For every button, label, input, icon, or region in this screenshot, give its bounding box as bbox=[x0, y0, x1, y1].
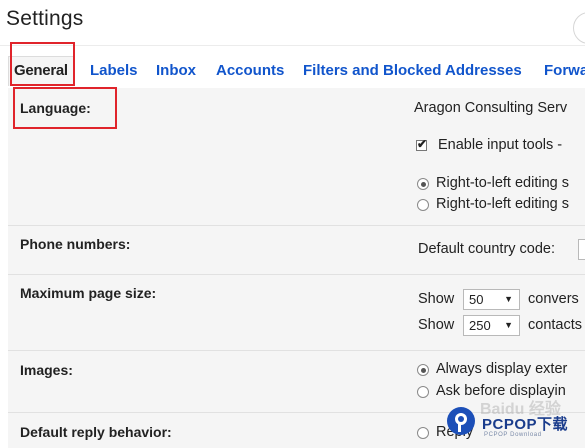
chevron-down-icon: ▼ bbox=[504, 320, 513, 330]
rtl-editing-on-radio[interactable] bbox=[417, 199, 429, 211]
settings-page: Settings General Labels Inbox Accounts F… bbox=[0, 0, 585, 448]
always-display-images-label: Always display exter bbox=[436, 361, 568, 377]
tab-filters-blocked[interactable]: Filters and Blocked Addresses bbox=[303, 62, 522, 79]
chevron-down-icon: ▼ bbox=[504, 294, 513, 304]
page-title: Settings bbox=[6, 7, 84, 30]
rtl-editing-off-radio[interactable] bbox=[417, 178, 429, 190]
conversations-per-page-select[interactable]: 50 ▼ bbox=[463, 289, 520, 310]
watermark-subtitle: PCPOP Download bbox=[484, 432, 542, 438]
always-display-images-radio[interactable] bbox=[417, 364, 429, 376]
contacts-suffix-label: contacts bbox=[528, 317, 582, 333]
pcpop-watermark: Baidu 经验 PCPOP下载 PCPOP Download bbox=[420, 380, 585, 448]
select-value: 250 bbox=[469, 318, 491, 333]
checkmark-icon: ✔ bbox=[417, 137, 428, 151]
images-label: Images: bbox=[20, 362, 73, 378]
tab-accounts[interactable]: Accounts bbox=[216, 62, 284, 79]
phone-numbers-label: Phone numbers: bbox=[20, 236, 131, 252]
rtl-editing-on-label: Right-to-left editing s bbox=[436, 196, 569, 212]
contacts-per-page-select[interactable]: 250 ▼ bbox=[463, 315, 520, 336]
tab-forwarding[interactable]: Forwa bbox=[544, 62, 585, 79]
country-code-select[interactable] bbox=[578, 239, 585, 260]
account-avatar[interactable] bbox=[573, 12, 585, 44]
title-divider bbox=[0, 45, 585, 46]
enable-input-tools-checkbox[interactable]: ✔ bbox=[416, 137, 428, 151]
default-country-code-label: Default country code: bbox=[418, 241, 556, 257]
watermark-brand: PCPOP下载 bbox=[482, 416, 569, 433]
settings-tabs: General Labels Inbox Accounts Filters an… bbox=[0, 50, 585, 88]
language-highlight bbox=[13, 87, 117, 129]
default-reply-label: Default reply behavior: bbox=[20, 424, 172, 440]
tab-inbox[interactable]: Inbox bbox=[156, 62, 196, 79]
conversations-suffix-label: convers bbox=[528, 291, 579, 307]
row-divider bbox=[8, 350, 585, 351]
enable-input-tools-label: Enable input tools - bbox=[438, 137, 563, 153]
pcpop-logo-icon bbox=[447, 407, 475, 435]
tab-labels[interactable]: Labels bbox=[90, 62, 138, 79]
row-divider bbox=[8, 225, 585, 226]
rtl-editing-off-label: Right-to-left editing s bbox=[436, 175, 569, 191]
select-value: 50 bbox=[469, 292, 484, 307]
general-tab-highlight bbox=[10, 42, 75, 86]
conversations-show-label: Show bbox=[418, 291, 455, 307]
max-page-size-label: Maximum page size: bbox=[20, 285, 157, 301]
language-value[interactable]: Aragon Consulting Serv bbox=[414, 100, 567, 116]
row-divider bbox=[8, 274, 585, 275]
contacts-show-label: Show bbox=[418, 317, 455, 333]
